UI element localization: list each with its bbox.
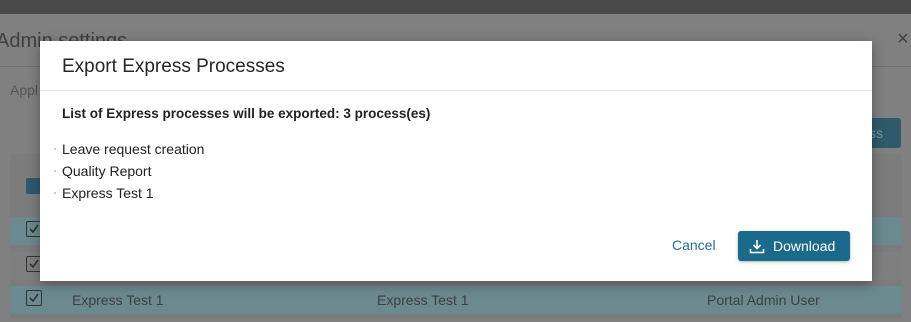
- row-display-name: Express Test 1: [377, 292, 469, 308]
- row-name: Express Test 1: [72, 292, 164, 308]
- cancel-button[interactable]: Cancel: [672, 237, 716, 253]
- download-label: Download: [773, 238, 836, 254]
- row-created-by: Portal Admin User: [707, 292, 820, 308]
- bullet-icon: [54, 170, 56, 172]
- process-name: Quality Report: [62, 163, 152, 179]
- list-item: Leave request creation: [54, 141, 205, 163]
- check-icon: [29, 224, 39, 234]
- process-name: Leave request creation: [62, 141, 205, 157]
- top-bar: [0, 0, 911, 14]
- bullet-icon: [54, 192, 56, 194]
- dialog-title: Export Express Processes: [62, 56, 285, 77]
- process-list: Leave request creation Quality Report Ex…: [54, 141, 205, 207]
- panel-close-icon[interactable]: ×: [897, 28, 909, 51]
- dialog-header: Export Express Processes: [40, 41, 872, 91]
- row-checkbox[interactable]: [26, 290, 42, 306]
- check-icon: [29, 293, 39, 303]
- process-name: Express Test 1: [62, 185, 154, 201]
- export-summary: List of Express processes will be export…: [62, 106, 431, 121]
- tab-applications[interactable]: Appl: [10, 82, 38, 98]
- check-icon: [29, 259, 39, 269]
- list-item: Express Test 1: [54, 185, 204, 207]
- download-button[interactable]: Download: [738, 231, 850, 261]
- list-item: Quality Report: [54, 163, 204, 185]
- table-row[interactable]: Express Test 1 Express Test 1 Portal Adm…: [10, 286, 902, 314]
- download-icon: [749, 240, 765, 254]
- bullet-icon: [54, 148, 56, 150]
- export-dialog: Export Express Processes List of Express…: [40, 41, 872, 281]
